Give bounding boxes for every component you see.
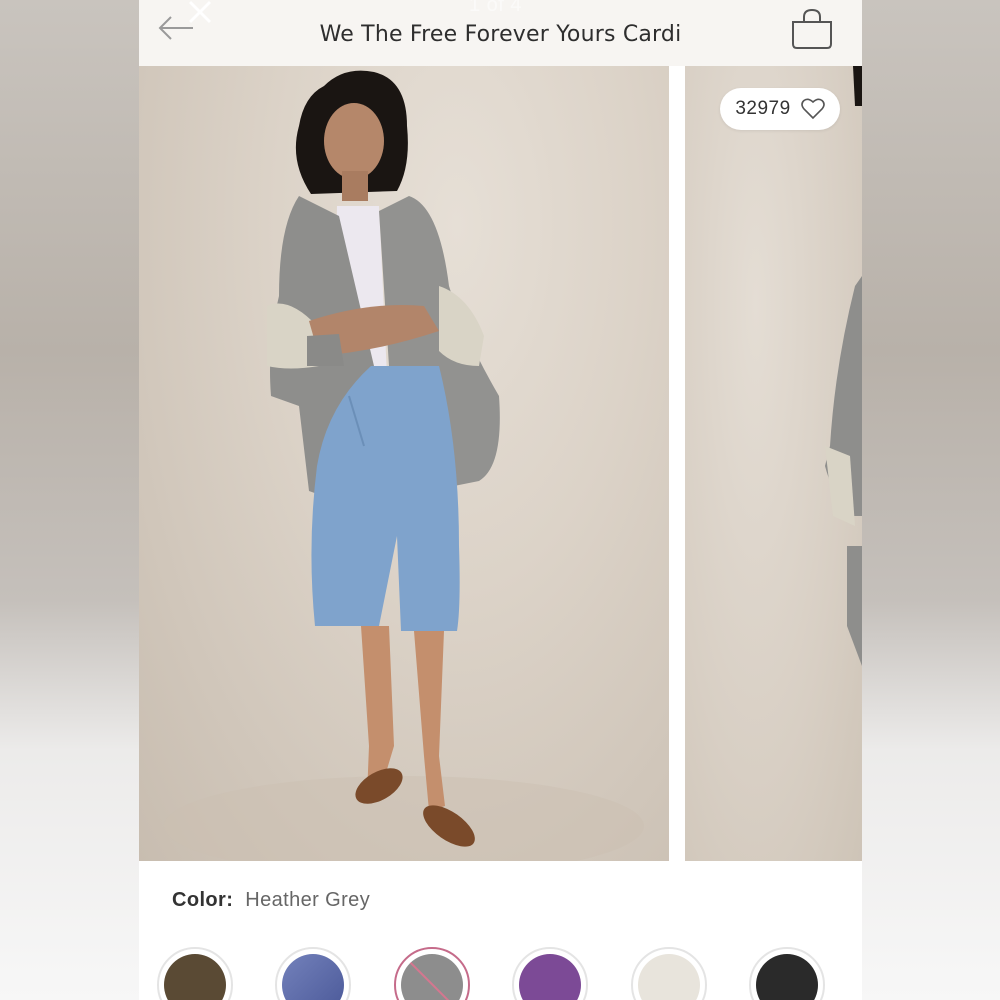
- swatch-purple[interactable]: [512, 947, 588, 1000]
- color-label: Color:: [172, 889, 234, 911]
- next-photo-preview: [825, 66, 862, 666]
- close-icon[interactable]: [184, 0, 214, 28]
- swatch-heather-grey[interactable]: [394, 947, 470, 1000]
- shopping-bag-icon[interactable]: [790, 8, 834, 50]
- swatch-blue[interactable]: [275, 947, 351, 1000]
- product-info: Color: Heather Grey: [139, 861, 862, 1000]
- color-selection-label: Color: Heather Grey: [172, 889, 370, 912]
- product-photo-main[interactable]: [139, 66, 669, 861]
- likes-count: 32979: [735, 98, 791, 119]
- app-screen: 1 of 4 We The Free Forever Yours Cardi 3…: [139, 0, 862, 1000]
- model-illustration: [164, 70, 644, 861]
- color-swatches: [157, 947, 857, 1000]
- color-value: Heather Grey: [245, 889, 371, 911]
- right-blur-panel: [862, 0, 1000, 1000]
- top-bar: 1 of 4 We The Free Forever Yours Cardi: [139, 0, 862, 66]
- product-gallery[interactable]: 32979: [139, 66, 862, 861]
- heart-icon[interactable]: [800, 98, 825, 120]
- swatch-cream[interactable]: [631, 947, 707, 1000]
- swatch-olive[interactable]: [157, 947, 233, 1000]
- likes-button[interactable]: 32979: [720, 88, 840, 130]
- left-blur-panel: [0, 0, 139, 1000]
- image-pager: 1 of 4: [469, 0, 523, 16]
- page-title: We The Free Forever Yours Cardi: [319, 21, 682, 47]
- product-photo-next[interactable]: [685, 66, 862, 861]
- swatch-black[interactable]: [749, 947, 825, 1000]
